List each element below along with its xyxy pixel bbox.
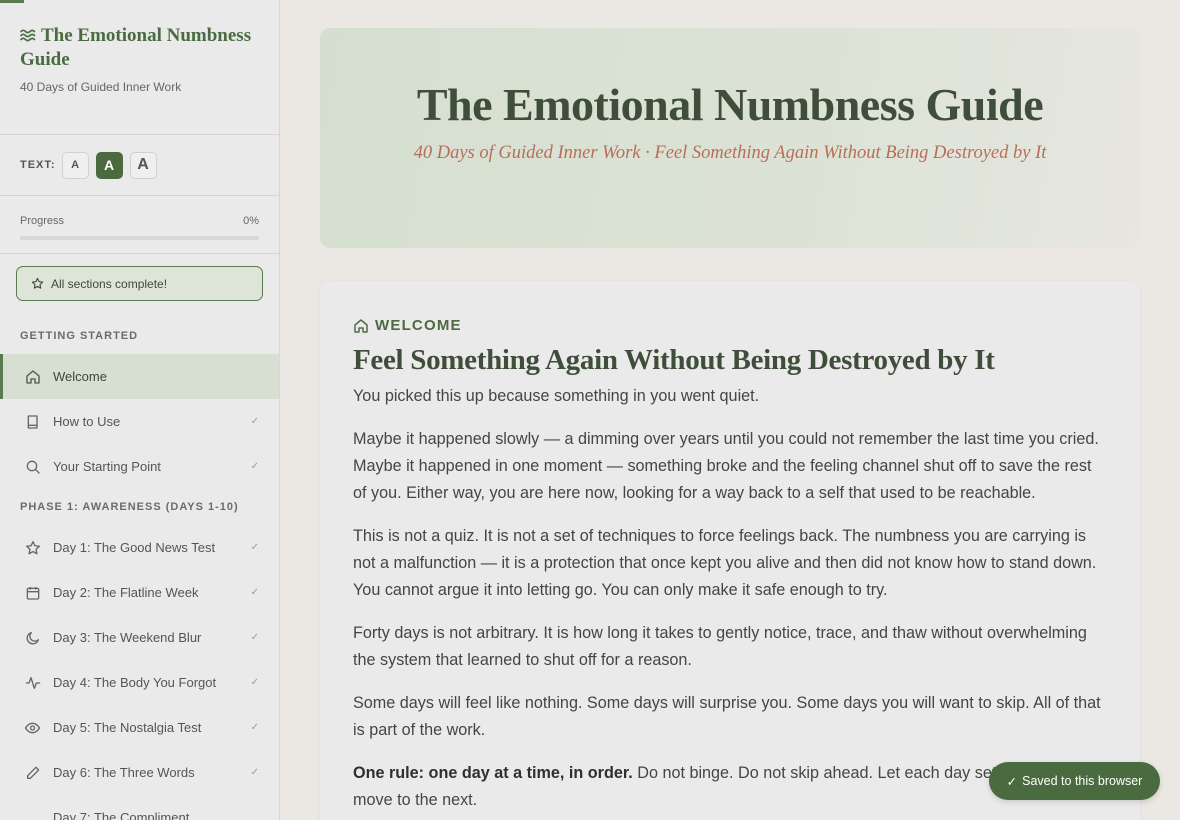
- text-size-label: TEXT:: [20, 159, 56, 171]
- heart-icon: [24, 808, 41, 820]
- eye-icon: [24, 719, 41, 736]
- rule-bold-text: One rule: one day at a time, in order.: [353, 764, 633, 782]
- sidebar-item-your-starting-point[interactable]: Your Starting Point ✓: [0, 444, 279, 489]
- pulse-icon: [24, 674, 41, 691]
- progress-value: 0%: [243, 215, 259, 227]
- hero-banner: The Emotional Numbness Guide 40 Days of …: [320, 28, 1140, 248]
- card-title: Feel Something Again Without Being Destr…: [353, 344, 995, 376]
- check-icon: ✓: [250, 587, 259, 598]
- sidebar-item-label: Day 3: The Weekend Blur: [53, 630, 202, 645]
- check-icon: ✓: [250, 632, 259, 643]
- text-size-control: TEXT: A A A: [0, 135, 279, 196]
- sidebar-item-label: Day 4: The Body You Forgot: [53, 675, 217, 690]
- sidebar-item-label: Day 1: The Good News Test: [53, 540, 216, 555]
- sidebar-item-label: Day 6: The Three Words: [53, 765, 195, 780]
- sidebar-item-label: Day 7: The Compliment: [53, 810, 190, 820]
- sidebar-item-day-6[interactable]: Day 6: The Three Words ✓: [0, 750, 279, 795]
- check-icon: ✓: [250, 542, 259, 553]
- nav-section-getting-started: GETTING STARTED: [20, 330, 139, 342]
- home-icon: [354, 318, 368, 333]
- check-icon: ✓: [250, 722, 259, 733]
- saved-toast-text: Saved to this browser: [1022, 774, 1143, 788]
- check-icon: ✓: [1006, 774, 1018, 789]
- check-icon: ✓: [250, 416, 259, 427]
- section-label: WELCOME: [353, 317, 1107, 334]
- sidebar-item-how-to-use[interactable]: How to Use ✓: [0, 399, 279, 444]
- sidebar-item-day-5[interactable]: Day 5: The Nostalgia Test ✓: [0, 705, 279, 750]
- paragraph-5: Some days will feel like nothing. Some d…: [353, 694, 1101, 739]
- paragraph-4: Forty days is not arbitrary. It is how l…: [353, 624, 1087, 669]
- sidebar-item-day-4[interactable]: Day 4: The Body You Forgot ✓: [0, 660, 279, 705]
- sidebar-item-day-3[interactable]: Day 3: The Weekend Blur ✓: [0, 615, 279, 660]
- check-icon: ✓: [250, 767, 259, 778]
- sidebar-item-label: Welcome: [53, 369, 107, 384]
- waves-icon: [20, 25, 37, 48]
- progress-panel: Progress 0%: [0, 196, 279, 254]
- paragraph-2: Maybe it happened slowly — a dimming ove…: [353, 430, 1099, 502]
- welcome-card: WELCOME Feel Something Again Without Bei…: [320, 281, 1140, 820]
- main-content: The Emotional Numbness Guide 40 Days of …: [280, 0, 1180, 820]
- sidebar: The Emotional Numbness Guide 40 Days of …: [0, 0, 280, 820]
- brand-title-text: The Emotional Numbness Guide: [20, 25, 252, 70]
- book-icon: [24, 413, 41, 430]
- check-icon: ✓: [250, 461, 259, 472]
- progress-bar: [20, 236, 259, 240]
- progress-label: Progress: [20, 215, 65, 227]
- sidebar-item-day-1[interactable]: Day 1: The Good News Test ✓: [0, 525, 279, 570]
- calendar-icon: [24, 584, 41, 601]
- search-icon: [24, 458, 41, 475]
- section-label-text: WELCOME: [375, 317, 462, 334]
- hero-title: The Emotional Numbness Guide: [416, 79, 1044, 130]
- star-icon: [24, 539, 41, 556]
- hero-subtitle: 40 Days of Guided Inner Work · Feel Some…: [413, 143, 1047, 163]
- moon-icon: [24, 629, 41, 646]
- all-complete-badge: All sections complete!: [16, 266, 263, 301]
- all-complete-text: All sections complete!: [51, 276, 168, 291]
- saved-toast: ✓ Saved to this browser: [989, 762, 1160, 800]
- star-outline-icon: [31, 277, 44, 289]
- check-icon: ✓: [250, 677, 259, 688]
- text-size-small-button[interactable]: A: [61, 151, 89, 179]
- brand-title: The Emotional Numbness Guide: [20, 24, 259, 71]
- nav-section-phase-1: PHASE 1: AWARENESS (DAYS 1-10): [20, 501, 239, 513]
- home-icon: [24, 368, 41, 385]
- sidebar-item-label: Day 2: The Flatline Week: [53, 585, 199, 600]
- pencil-icon: [24, 764, 41, 781]
- paragraph-1: You picked this up because something in …: [353, 387, 760, 405]
- sidebar-item-label: How to Use: [53, 414, 121, 429]
- sidebar-item-welcome[interactable]: Welcome: [0, 354, 279, 399]
- sidebar-item-day-2[interactable]: Day 2: The Flatline Week ✓: [0, 570, 279, 615]
- brand: The Emotional Numbness Guide 40 Days of …: [0, 0, 279, 135]
- brand-subtitle: 40 Days of Guided Inner Work: [20, 80, 182, 94]
- text-size-large-button[interactable]: A: [129, 151, 157, 179]
- sidebar-item-day-7[interactable]: Day 7: The Compliment: [0, 795, 279, 820]
- sidebar-item-label: Your Starting Point: [53, 459, 161, 474]
- sidebar-item-label: Day 5: The Nostalgia Test: [53, 720, 202, 735]
- top-accent-bar: [0, 0, 24, 3]
- text-size-medium-button[interactable]: A: [95, 151, 123, 179]
- paragraph-3: This is not a quiz. It is not a set of t…: [353, 527, 1097, 599]
